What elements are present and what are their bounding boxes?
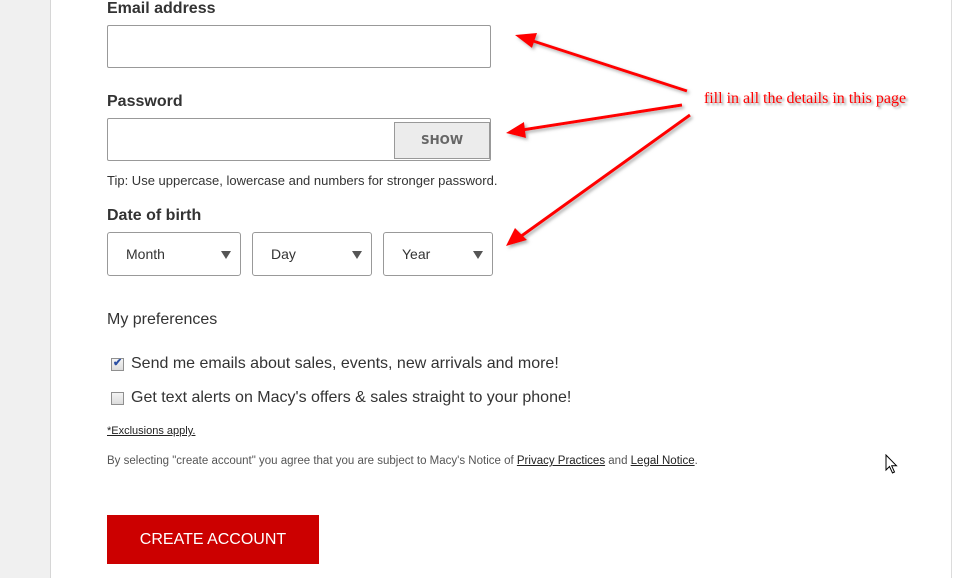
arrow-to-password xyxy=(521,103,683,132)
arrow-to-email xyxy=(529,38,688,93)
arrow-head-icon xyxy=(506,122,526,138)
mouse-cursor-icon xyxy=(885,454,898,474)
arrow-head-icon xyxy=(506,228,527,246)
annotation-arrows xyxy=(506,33,691,246)
arrow-head-icon xyxy=(515,33,537,48)
arrow-to-dob xyxy=(519,113,691,239)
annotation-note: fill in all the details in this page xyxy=(703,90,907,107)
